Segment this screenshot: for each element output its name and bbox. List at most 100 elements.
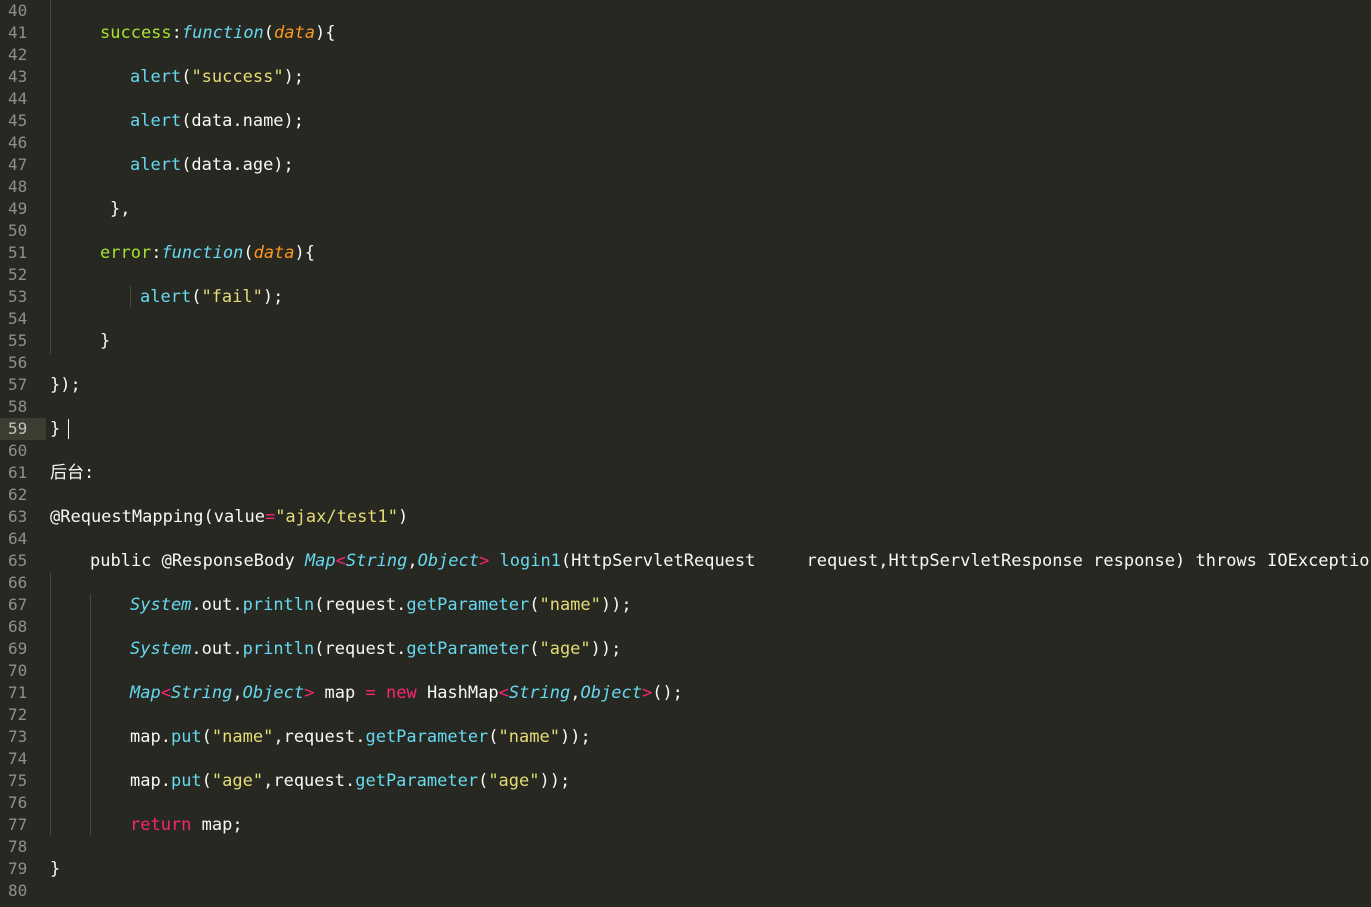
code-token: ( <box>181 67 192 87</box>
code-token: (data.name); <box>181 111 305 131</box>
code-line[interactable]: 63 @RequestMapping(value="ajax/test1") <box>0 506 1371 528</box>
code-token: getParameter <box>406 639 530 659</box>
line-number: 63 <box>8 507 28 526</box>
code-token: .out. <box>191 595 243 615</box>
code-token: } <box>100 331 111 351</box>
code-token: Map <box>130 683 161 703</box>
code-token: @RequestMapping(value <box>50 507 265 527</box>
code-line[interactable]: 55} <box>0 330 1371 352</box>
code-line[interactable]: 44 <box>0 88 1371 110</box>
code-line[interactable]: 68 <box>0 616 1371 638</box>
code-token: ( <box>478 771 489 791</box>
line-number: 77 <box>8 815 28 834</box>
code-token: ,request. <box>263 771 356 791</box>
code-line[interactable]: 75 map.put("age",request.getParameter("ag… <box>0 770 1371 792</box>
code-line[interactable]: 67 System.out.println(request.getParamete… <box>0 594 1371 616</box>
code-line[interactable]: 79} <box>0 858 1371 880</box>
code-token: ){ <box>294 243 316 263</box>
code-line[interactable]: 56 <box>0 352 1371 374</box>
code-line[interactable]: 73 map.put("name",request.getParameter("n… <box>0 726 1371 748</box>
code-line[interactable]: 78 <box>0 836 1371 858</box>
code-token: alert <box>130 67 182 87</box>
code-line[interactable]: 59} <box>0 418 1371 440</box>
code-token: > <box>479 551 490 571</box>
code-token: .out. <box>191 639 243 659</box>
code-line[interactable]: 49}, <box>0 198 1371 220</box>
code-token: ( <box>191 287 202 307</box>
code-text: } <box>50 858 60 880</box>
code-token: ( <box>488 727 499 747</box>
line-number: 57 <box>8 375 28 394</box>
line-number: 52 <box>8 265 28 284</box>
code-line[interactable]: 53 alert("fail"); <box>0 286 1371 308</box>
code-text: System.out.println(request.getParameter(… <box>130 638 621 660</box>
code-line[interactable]: 77 return map; <box>0 814 1371 836</box>
code-token: getParameter <box>355 771 479 791</box>
code-line[interactable]: 60 <box>0 440 1371 462</box>
code-line[interactable]: 66 <box>0 572 1371 594</box>
line-number: 42 <box>8 45 28 64</box>
line-number: 71 <box>8 683 28 702</box>
code-line[interactable]: 43 alert("success"); <box>0 66 1371 88</box>
code-line[interactable]: 47 alert(data.age); <box>0 154 1371 176</box>
code-line[interactable]: 74 <box>0 748 1371 770</box>
code-line[interactable]: 61 后台: <box>0 462 1371 484</box>
line-number: 48 <box>8 177 28 196</box>
code-token: (HttpServletRequest request,HttpServletR… <box>560 551 1371 571</box>
code-token: "age" <box>488 771 540 791</box>
code-text: } <box>50 418 60 440</box>
code-token: "age" <box>211 771 264 791</box>
code-token: }, <box>110 199 131 219</box>
code-line[interactable]: 52 <box>0 264 1371 286</box>
code-token: "ajax/test1" <box>275 507 399 527</box>
code-token: HashMap <box>416 683 499 703</box>
line-number: 49 <box>8 199 28 218</box>
code-line[interactable]: 42 <box>0 44 1371 66</box>
code-line[interactable]: 65 public @ResponseBody Map<String,Object… <box>0 550 1371 572</box>
code-token: alert <box>130 155 182 175</box>
code-token: ( <box>529 595 540 615</box>
code-token: println <box>242 595 315 615</box>
code-line[interactable]: 69 System.out.println(request.getParamete… <box>0 638 1371 660</box>
code-line[interactable]: 62 <box>0 484 1371 506</box>
code-token: ( <box>263 23 275 43</box>
code-line[interactable]: 58 <box>0 396 1371 418</box>
code-line[interactable]: 51 error:function(data){ <box>0 242 1371 264</box>
line-number: 41 <box>8 23 28 42</box>
code-line[interactable]: 80 <box>0 880 1371 902</box>
code-line[interactable]: 41 success:function(data){ <box>0 22 1371 44</box>
code-token: ) <box>398 507 409 527</box>
code-line[interactable]: 48 <box>0 176 1371 198</box>
line-number: 55 <box>8 331 28 350</box>
code-line[interactable]: 50 <box>0 220 1371 242</box>
code-token: return <box>130 815 192 835</box>
line-number: 59 <box>0 418 46 440</box>
code-editor[interactable]: 40 41 success:function(data){42 43 alert("su… <box>0 0 1371 907</box>
code-line[interactable]: 71 Map<String,Object> map = new HashMap<S… <box>0 682 1371 704</box>
code-token: ( <box>529 639 540 659</box>
code-token: alert <box>130 111 182 131</box>
line-number: 46 <box>8 133 28 152</box>
code-text: map.put("name",request.getParameter("nam… <box>130 726 591 748</box>
code-text: } <box>100 330 110 352</box>
code-line[interactable]: 40 <box>0 0 1371 22</box>
line-number: 62 <box>8 485 28 504</box>
code-line[interactable]: 45 alert(data.name); <box>0 110 1371 132</box>
code-line[interactable]: 46 <box>0 132 1371 154</box>
code-line[interactable]: 72 <box>0 704 1371 726</box>
code-token: = <box>365 683 376 703</box>
line-number: 76 <box>8 793 28 812</box>
code-token: ( <box>243 243 254 263</box>
line-number: 79 <box>8 859 28 878</box>
code-token: , <box>232 683 243 703</box>
code-line[interactable]: 64 <box>0 528 1371 550</box>
code-line[interactable]: 54 <box>0 308 1371 330</box>
code-token: ); <box>283 67 305 87</box>
code-token: Object <box>580 683 642 703</box>
code-line[interactable]: 76 <box>0 792 1371 814</box>
line-number: 80 <box>8 881 28 900</box>
code-text: map.put("age",request.getParameter("age"… <box>130 770 570 792</box>
code-line[interactable]: 57}); <box>0 374 1371 396</box>
code-line[interactable]: 70 <box>0 660 1371 682</box>
